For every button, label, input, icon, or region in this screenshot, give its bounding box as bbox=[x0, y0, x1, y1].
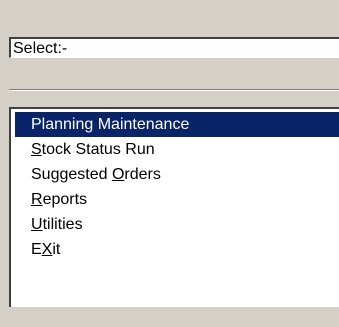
divider bbox=[9, 89, 339, 91]
menu-item-utilities[interactable]: Utilities bbox=[15, 212, 339, 237]
mnemonic-letter: S bbox=[31, 141, 42, 158]
menu-item-suggested-orders[interactable]: Suggested Orders bbox=[15, 162, 339, 187]
mnemonic-letter: O bbox=[111, 166, 125, 183]
menu-item-exit[interactable]: EXit bbox=[15, 237, 339, 262]
menu-item-reports[interactable]: Reports bbox=[15, 187, 339, 212]
menu-item-planning-maintenance[interactable]: Planning Maintenance bbox=[15, 112, 339, 137]
mnemonic-letter: U bbox=[31, 216, 43, 233]
menu-item-stock-status-run[interactable]: Stock Status Run bbox=[15, 137, 339, 162]
mnemonic-letter: X bbox=[41, 241, 53, 258]
menu-list[interactable]: Planning Maintenance Stock Status Run Su… bbox=[9, 107, 339, 307]
select-field[interactable]: Select:- bbox=[9, 37, 339, 58]
mnemonic-letter: R bbox=[31, 191, 43, 208]
